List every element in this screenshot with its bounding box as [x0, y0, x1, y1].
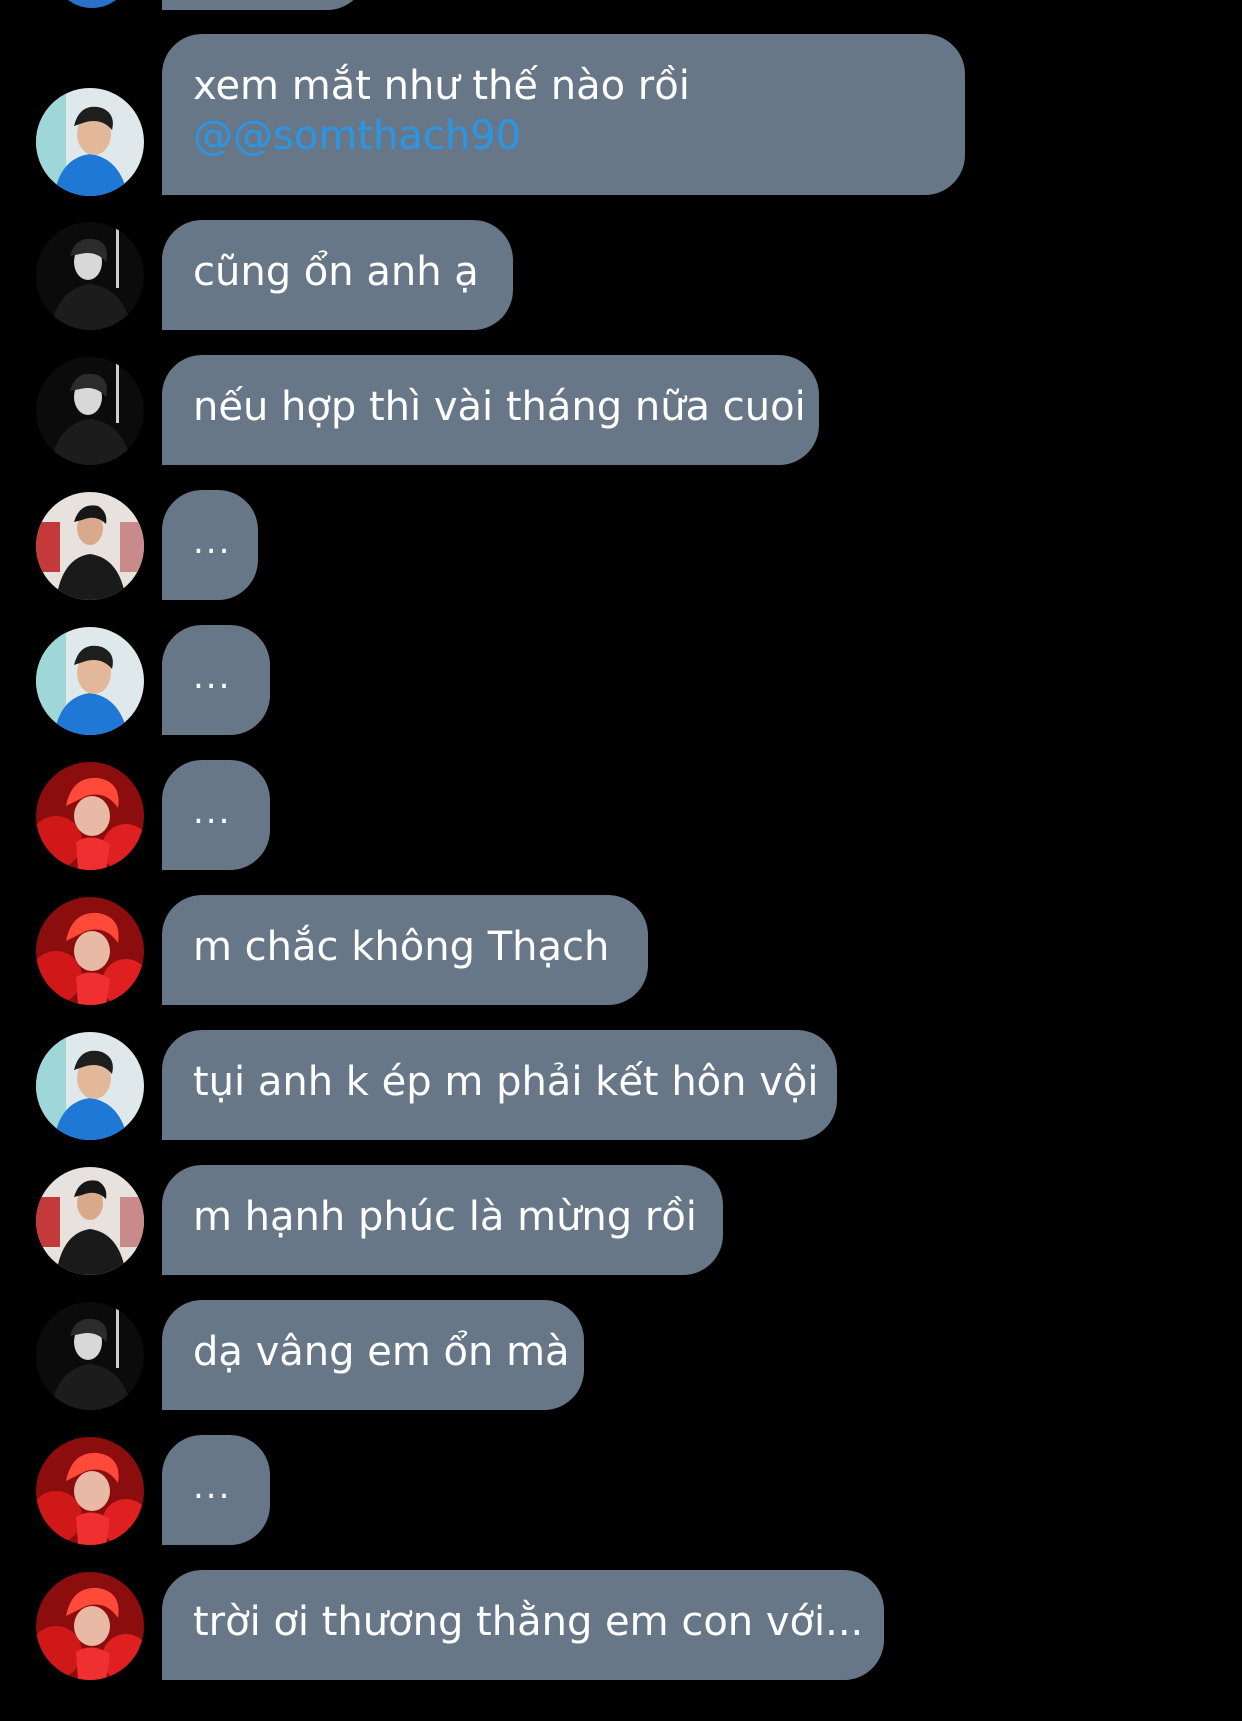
avatar-user-blue-shirt[interactable]: [36, 627, 144, 735]
message-bubble[interactable]: ...: [162, 490, 258, 600]
chat-message-list[interactable]: xem mắt như thế nào rồi @@somthach90 cũn…: [0, 0, 1242, 1721]
message-bubble[interactable]: ...: [162, 625, 270, 735]
avatar-user-red-hair[interactable]: [36, 1572, 144, 1680]
message-row: cũng ổn anh ạ: [0, 220, 1242, 330]
message-text: xem mắt như thế nào rồi: [193, 63, 690, 109]
message-bubble[interactable]: ...: [162, 760, 270, 870]
message-row: tụi anh k ép m phải kết hôn vội: [0, 1030, 1242, 1140]
message-row: xem mắt như thế nào rồi @@somthach90: [0, 34, 1242, 196]
mention-link[interactable]: @@somthach90: [193, 111, 933, 161]
message-row: trời ơi thương thằng em con với...: [0, 1570, 1242, 1680]
message-row: m chắc không Thạch: [0, 895, 1242, 1005]
message-bubble[interactable]: xem mắt như thế nào rồi @@somthach90: [162, 34, 965, 195]
message-bubble[interactable]: cũng ổn anh ạ: [162, 220, 513, 330]
message-row: ...: [0, 490, 1242, 600]
message-text: ...: [193, 792, 232, 832]
message-text: m hạnh phúc là mừng rồi: [193, 1194, 697, 1240]
message-text: ...: [193, 1467, 232, 1507]
message-row: m hạnh phúc là mừng rồi: [0, 1165, 1242, 1275]
avatar-user-blue-shirt[interactable]: [36, 88, 144, 196]
avatar-user-blue-shirt[interactable]: [36, 1032, 144, 1140]
message-text: ...: [193, 522, 232, 562]
message-row: ...: [0, 760, 1242, 870]
partial-avatar: [52, 0, 132, 8]
avatar-user-leather-jacket[interactable]: [36, 1167, 144, 1275]
message-bubble[interactable]: tụi anh k ép m phải kết hôn vội: [162, 1030, 837, 1140]
avatar-user-red-hair[interactable]: [36, 897, 144, 1005]
message-bubble[interactable]: nếu hợp thì vài tháng nữa cuoi: [162, 355, 819, 465]
message-bubble[interactable]: dạ vâng em ổn mà: [162, 1300, 584, 1410]
message-row: dạ vâng em ổn mà: [0, 1300, 1242, 1410]
avatar-user-black-jacket-bw[interactable]: [36, 1302, 144, 1410]
avatar-user-black-jacket-bw[interactable]: [36, 357, 144, 465]
avatar-user-leather-jacket[interactable]: [36, 492, 144, 600]
message-bubble[interactable]: m hạnh phúc là mừng rồi: [162, 1165, 723, 1275]
message-text: ...: [193, 657, 232, 697]
partial-message-bubble: [162, 0, 367, 10]
message-bubble[interactable]: ...: [162, 1435, 270, 1545]
avatar-user-red-hair[interactable]: [36, 762, 144, 870]
message-text: nếu hợp thì vài tháng nữa cuoi: [193, 384, 806, 430]
message-row: ...: [0, 1435, 1242, 1545]
message-text: dạ vâng em ổn mà: [193, 1329, 570, 1375]
avatar-user-red-hair[interactable]: [36, 1437, 144, 1545]
message-row: nếu hợp thì vài tháng nữa cuoi: [0, 355, 1242, 465]
message-text: cũng ổn anh ạ: [193, 249, 479, 295]
message-row: ...: [0, 625, 1242, 735]
message-bubble[interactable]: m chắc không Thạch: [162, 895, 648, 1005]
avatar-user-black-jacket-bw[interactable]: [36, 222, 144, 330]
message-text: trời ơi thương thằng em con với...: [193, 1599, 864, 1645]
message-text: m chắc không Thạch: [193, 924, 610, 970]
message-text: tụi anh k ép m phải kết hôn vội: [193, 1059, 819, 1105]
message-bubble[interactable]: trời ơi thương thằng em con với...: [162, 1570, 884, 1680]
